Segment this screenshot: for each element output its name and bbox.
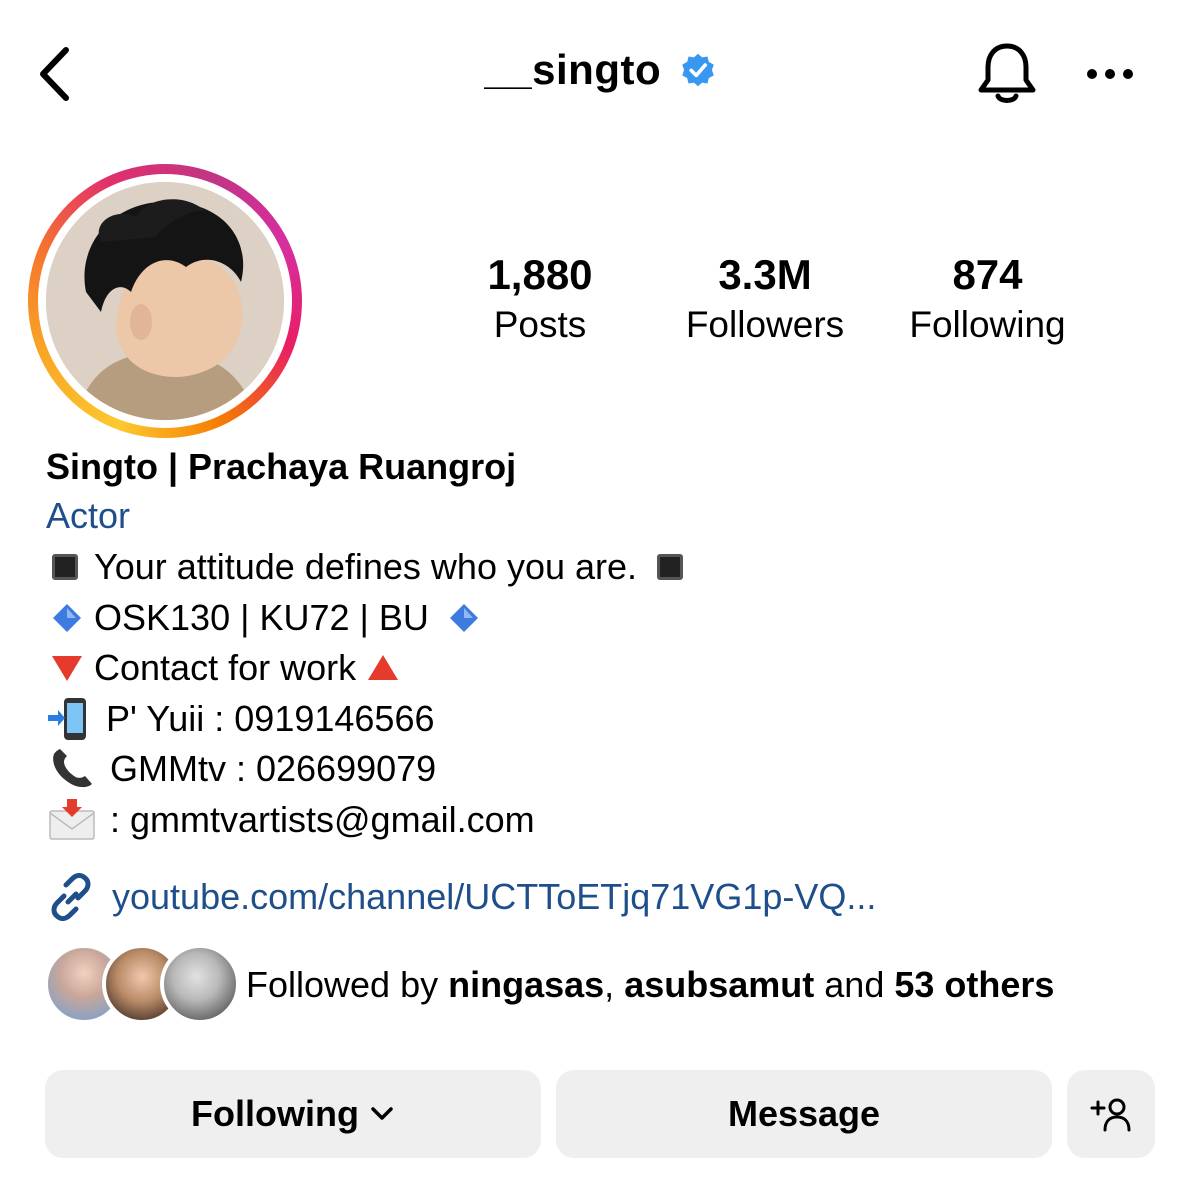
verified-badge-icon [681, 53, 714, 87]
link-text[interactable]: youtube.com/channel/UCTToETjq71VG1p-VQ..… [112, 876, 876, 918]
stat-followers[interactable]: 3.3M Followers [670, 250, 860, 350]
more-options-button[interactable] [1082, 52, 1138, 96]
telephone-receiver-icon [53, 749, 92, 788]
bio-text: Contact for work [94, 647, 357, 688]
mobile-phone-arrow-icon [48, 697, 86, 740]
bio-line-attitude: Your attitude defines who you are. [46, 542, 1166, 593]
avatar-portrait [46, 182, 284, 420]
black-square-icon [52, 554, 78, 581]
following-button-label: Following [191, 1093, 359, 1134]
bio-line-schools: OSK130 | KU72 | BU [46, 593, 1166, 644]
bio-text: : gmmtvartists@gmail.com [110, 798, 535, 840]
avatar [46, 182, 284, 420]
followers-count: 3.3M [718, 251, 812, 298]
notifications-button[interactable] [975, 40, 1039, 108]
blue-diamond-icon [53, 603, 81, 632]
bio-text: GMMtv : 026699079 [110, 748, 437, 789]
link-icon [51, 873, 91, 921]
red-triangle-down-icon [52, 656, 82, 682]
followed-by-text: Followed by ningasas, asubsamut and 53 o… [246, 964, 1055, 1005]
blue-diamond-icon [449, 603, 478, 632]
posts-count: 1,880 [487, 251, 593, 298]
bio-line-office-phone: GMMtv : 026699079 [46, 744, 1166, 795]
external-link[interactable]: youtube.com/channel/UCTToETjq71VG1p-VQ..… [46, 872, 876, 922]
following-count: 874 [952, 251, 1023, 298]
message-button-label: Message [727, 1093, 881, 1134]
red-triangle-up-icon [368, 655, 399, 681]
chevron-down-icon [371, 1107, 393, 1120]
bio-text: Your attitude defines who you are. [94, 546, 638, 587]
top-bar: __singto [0, 0, 1200, 150]
bio-line-email: : gmmtvartists@gmail.com [46, 795, 1166, 846]
add-user-icon [1090, 1098, 1131, 1132]
posts-label: Posts [493, 304, 587, 345]
stat-following[interactable]: 874 Following [895, 250, 1080, 350]
category-label[interactable]: Actor [46, 490, 1166, 542]
mutual-avatar [160, 944, 240, 1024]
bio-text: P' Yuii : 0919146566 [106, 697, 435, 739]
more-icon [1087, 69, 1133, 79]
following-label: Following [909, 304, 1066, 345]
message-button[interactable]: Message [556, 1070, 1052, 1158]
inbox-mail-icon [49, 798, 95, 840]
suggest-users-button[interactable] [1067, 1070, 1155, 1158]
profile-bio: Singto | Prachaya Ruangroj Actor Your at… [46, 444, 1166, 845]
bell-icon [978, 43, 1036, 103]
profile-stats: 1,880 Posts 3.3M Followers 874 Following [430, 250, 1130, 360]
mutual-followers[interactable]: Followed by ningasas, asubsamut and 53 o… [44, 944, 1164, 1026]
mutual-avatars [44, 944, 240, 1026]
story-ring[interactable] [28, 164, 302, 438]
display-name: Singto | Prachaya Ruangroj [46, 446, 517, 487]
profile-username: __singto [484, 46, 662, 93]
bio-line-manager-phone: P' Yuii : 0919146566 [46, 694, 1166, 745]
followers-label: Followers [685, 304, 845, 345]
following-button[interactable]: Following [45, 1070, 541, 1158]
stat-posts[interactable]: 1,880 Posts [460, 250, 620, 350]
bio-line-contact: Contact for work [46, 643, 1166, 694]
bio-text: OSK130 | KU72 | BU [94, 596, 429, 638]
black-square-icon [657, 554, 684, 581]
